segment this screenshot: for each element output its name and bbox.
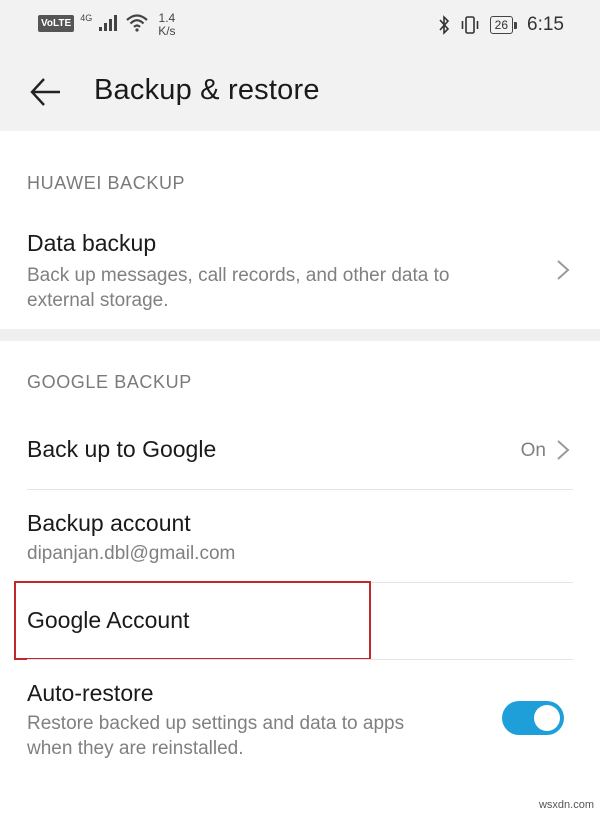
volte-badge: VoLTE	[38, 15, 75, 32]
clock: 6:15	[527, 14, 564, 35]
auto-restore-subtitle-line1: Restore backed up settings and data to a…	[27, 713, 405, 734]
backup-account-email: dipanjan.dbl@gmail.com	[27, 543, 236, 564]
watermark: wsxdn.com	[538, 799, 594, 811]
data-backup-subtitle-line1: Back up messages, call records, and othe…	[27, 265, 450, 286]
data-backup-subtitle-line2: external storage.	[27, 290, 169, 311]
chevron-right-icon	[557, 260, 570, 280]
google-account-title: Google Account	[27, 607, 190, 633]
back-arrow-icon[interactable]	[28, 74, 64, 110]
signal-icon	[99, 15, 118, 31]
google-account-item[interactable]: Google Account	[0, 583, 600, 659]
network-gen-label: 4G	[80, 13, 93, 23]
backup-account-item[interactable]: Backup account dipanjan.dbl@gmail.com	[0, 490, 600, 582]
battery-tip	[514, 21, 518, 29]
status-left: VoLTE 4G 1.4 K/s	[38, 12, 176, 38]
back-up-to-google-value: On	[520, 440, 546, 461]
back-up-to-google-title: Back up to Google	[27, 436, 217, 462]
back-up-to-google-item[interactable]: Back up to Google On	[0, 415, 600, 489]
status-right: 26 6:15	[438, 14, 564, 36]
section-header-google-backup: GOOGLE BACKUP	[27, 372, 192, 392]
auto-restore-title: Auto-restore	[27, 680, 154, 706]
section-header-huawei-backup: HUAWEI BACKUP	[27, 173, 186, 193]
auto-restore-toggle[interactable]	[502, 701, 564, 735]
speed-unit: K/s	[158, 24, 176, 38]
section-gap	[0, 329, 600, 341]
battery-level: 26	[489, 16, 514, 34]
toggle-knob	[534, 705, 560, 731]
vibrate-icon	[461, 16, 478, 34]
battery-indicator: 26	[489, 16, 518, 34]
status-bar: VoLTE 4G 1.4 K/s 26 6:15	[0, 0, 600, 50]
wifi-icon	[126, 14, 148, 32]
app-bar: Backup & restore	[0, 50, 600, 131]
data-backup-title: Data backup	[27, 230, 157, 256]
chevron-right-icon	[557, 440, 570, 460]
page-title: Backup & restore	[94, 74, 320, 106]
backup-account-title: Backup account	[27, 510, 191, 536]
data-backup-item[interactable]: Data backup Back up messages, call recor…	[0, 220, 600, 320]
network-speed: 1.4 K/s	[158, 12, 175, 38]
bluetooth-icon	[439, 15, 449, 35]
auto-restore-subtitle-line2: when they are reinstalled.	[27, 738, 244, 759]
